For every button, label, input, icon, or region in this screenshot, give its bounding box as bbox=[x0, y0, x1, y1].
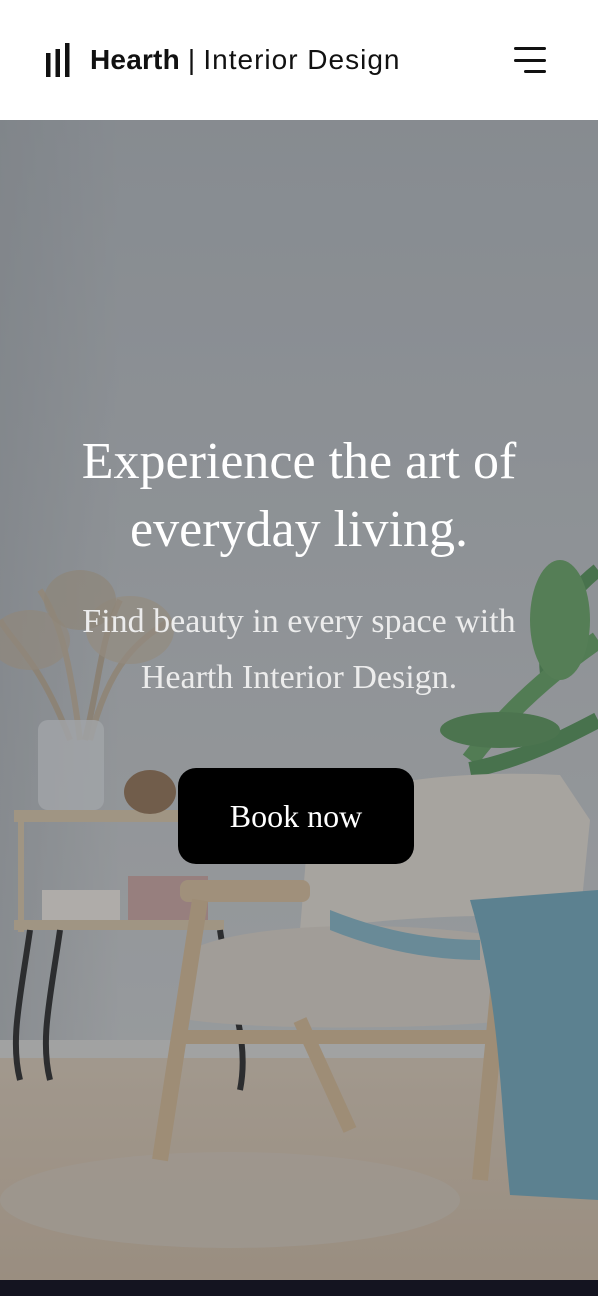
bars-logo-icon bbox=[46, 43, 70, 77]
hero-title: Experience the art of everyday living. bbox=[81, 433, 517, 558]
hero-section: Experience the art of everyday living. F… bbox=[0, 120, 598, 1280]
hero-content: Experience the art of everyday living. F… bbox=[0, 120, 598, 1280]
brand-subtitle: Interior Design bbox=[203, 44, 401, 75]
brand-separator: | bbox=[187, 44, 196, 75]
hamburger-menu-icon bbox=[514, 47, 546, 50]
hamburger-menu-icon-line bbox=[514, 58, 546, 62]
footer-strip bbox=[0, 1280, 598, 1296]
page: Hearth | Interior Design Experience the … bbox=[0, 0, 598, 1296]
hero-subtitle: Find beauty in every space with Hearth I… bbox=[82, 603, 516, 696]
site-header: Hearth | Interior Design bbox=[0, 0, 598, 120]
book-now-button[interactable]: Book now bbox=[178, 768, 414, 864]
brand-name: Hearth bbox=[90, 44, 180, 75]
brand-logo-link[interactable]: Hearth | Interior Design bbox=[46, 43, 400, 77]
hamburger-menu-button[interactable] bbox=[512, 47, 546, 73]
hamburger-menu-icon-line bbox=[524, 70, 546, 73]
